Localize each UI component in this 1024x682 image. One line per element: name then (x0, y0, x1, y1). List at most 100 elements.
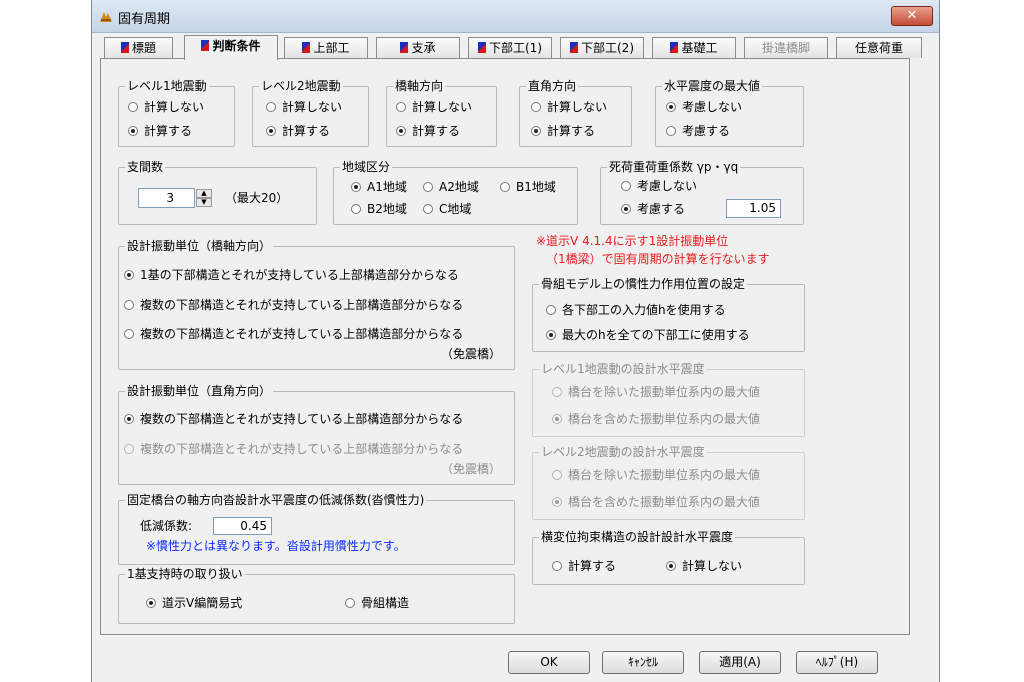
perpendicular-group: 直角方向 計算しない 計算する (519, 78, 632, 147)
note-red-line1: ※道示Ⅴ 4.1.4に示す1設計振動単位 (536, 234, 729, 248)
flag-icon (670, 42, 679, 53)
region-c-radio[interactable]: C地域 (423, 201, 471, 217)
dead-load-title: 死荷重荷重係数 γp・γq (607, 159, 741, 175)
radio-selected-icon (552, 497, 562, 507)
tab-judgment-conditions[interactable]: 判断条件 (184, 35, 278, 60)
dead-load-factor-input[interactable]: 1.05 (726, 199, 781, 218)
note-red-line2: （1橋梁）で固有周期の計算を行ないます (546, 252, 770, 266)
lateral-group: 横変位拘束構造の設計設計水平震度 計算する 計算しない (532, 529, 805, 585)
unit-axis-title: 設計振動単位（橋軸方向） (125, 238, 274, 254)
radio-selected-icon (124, 270, 134, 280)
region-title: 地域区分 (340, 159, 393, 175)
l1-design-exclude-radio[interactable]: 橋台を除いた振動単位系内の最大値 (552, 384, 760, 400)
app-icon (100, 12, 112, 22)
dead-load-consider-radio[interactable]: 考慮する (621, 201, 685, 217)
l1-design-group: レベル1地震動の設計水平震度 橋台を除いた振動単位系内の最大値 橋台を含めた振動… (532, 361, 805, 437)
region-a1-radio[interactable]: A1地域 (351, 179, 407, 195)
cancel-button[interactable]: ｷｬﾝｾﾙ (602, 651, 684, 674)
level2-group: レベル2地震動 計算しない 計算する (252, 78, 369, 147)
fixed-abutment-group: 固定橋台の軸方向沓設計水平震度の低減係数(沓慣性力) 低減係数: 0.45 ※慣… (118, 492, 515, 565)
region-group: 地域区分 A1地域 A2地域 B1地域 B2地域 C地域 (333, 159, 578, 225)
reduction-factor-input[interactable]: 0.45 (213, 517, 272, 535)
dead-load-no-consider-radio[interactable]: 考慮しない (621, 178, 697, 194)
radio-icon (124, 444, 134, 454)
radio-selected-icon (531, 126, 541, 136)
unit-perp-multi-isolated-radio[interactable]: 複数の下部構造とそれが支持している上部構造部分からなる (124, 441, 463, 457)
tab-superstructure[interactable]: 上部工 (284, 37, 368, 58)
unit-axis-multi-isolated-radio[interactable]: 複数の下部構造とそれが支持している上部構造部分からなる (124, 326, 463, 342)
tab-bearing[interactable]: 支承 (376, 37, 460, 58)
tab-hanging-pier[interactable]: 掛違橋脚 (744, 37, 828, 58)
radio-icon (396, 102, 406, 112)
region-b1-radio[interactable]: B1地域 (500, 179, 556, 195)
radio-selected-icon (666, 561, 676, 571)
unit-axis-multi-radio[interactable]: 複数の下部構造とそれが支持している上部構造部分からなる (124, 297, 463, 313)
spans-input[interactable]: 3 (138, 188, 195, 208)
radio-selected-icon (351, 182, 361, 192)
flag-icon (120, 42, 129, 53)
level1-group: レベル1地震動 計算しない 計算する (118, 78, 235, 147)
inertia-pos-each-radio[interactable]: 各下部工の入力値hを使用する (546, 302, 726, 318)
l1-design-include-radio[interactable]: 橋台を含めた振動単位系内の最大値 (552, 411, 760, 427)
level2-no-calc-radio[interactable]: 計算しない (266, 99, 342, 115)
radio-icon (124, 300, 134, 310)
ok-button[interactable]: OK (508, 651, 590, 674)
l2-design-include-radio[interactable]: 橋台を含めた振動単位系内の最大値 (552, 494, 760, 510)
l2-design-title: レベル2地震動の設計水平震度 (539, 444, 707, 460)
radio-icon (621, 181, 631, 191)
lateral-calc-radio[interactable]: 計算する (552, 558, 616, 574)
radio-icon (552, 387, 562, 397)
level1-calc-radio[interactable]: 計算する (128, 123, 192, 139)
radio-icon (266, 102, 276, 112)
single-support-title: 1基支持時の取り扱い (125, 566, 245, 582)
inertia-pos-max-radio[interactable]: 最大のhを全ての下部工に使用する (546, 327, 750, 343)
bridge-axis-no-calc-radio[interactable]: 計算しない (396, 99, 472, 115)
tab-substructure-1[interactable]: 下部工(1) (468, 37, 552, 58)
radio-selected-icon (552, 414, 562, 424)
tab-title[interactable]: 標題 (104, 37, 173, 58)
level1-title: レベル1地震動 (125, 78, 209, 94)
dialog-window: 固有周期 ✕ 標題 判断条件 上部工 支承 下部工(1) 下部工(2) 基礎工 … (91, 0, 940, 682)
max-horizontal-group: 水平震度の最大値 考慮しない 考慮する (655, 78, 804, 147)
single-support-simple-radio[interactable]: 道示Ⅴ編簡易式 (146, 595, 242, 611)
bridge-axis-title: 橋軸方向 (393, 78, 446, 94)
spans-title: 支間数 (125, 159, 166, 175)
unit-perp-multi-radio[interactable]: 複数の下部構造とそれが支持している上部構造部分からなる (124, 411, 463, 427)
tab-substructure-2[interactable]: 下部工(2) (560, 37, 644, 58)
perpendicular-no-calc-radio[interactable]: 計算しない (531, 99, 607, 115)
level2-calc-radio[interactable]: 計算する (266, 123, 330, 139)
radio-selected-icon (128, 126, 138, 136)
close-button[interactable]: ✕ (891, 6, 933, 26)
flag-icon (570, 42, 578, 53)
help-button[interactable]: ﾍﾙﾌﾟ(H) (796, 651, 878, 674)
perpendicular-title: 直角方向 (526, 78, 579, 94)
tab-foundation[interactable]: 基礎工 (652, 37, 736, 58)
region-a2-radio[interactable]: A2地域 (423, 179, 479, 195)
radio-icon (500, 182, 510, 192)
window-title: 固有周期 (118, 12, 171, 27)
lateral-no-calc-radio[interactable]: 計算しない (666, 558, 742, 574)
radio-icon (128, 102, 138, 112)
unit-axis-single-radio[interactable]: 1基の下部構造とそれが支持している上部構造部分からなる (124, 267, 459, 283)
spin-up-icon[interactable]: ▲ (196, 189, 212, 198)
radio-selected-icon (266, 126, 276, 136)
level1-no-calc-radio[interactable]: 計算しない (128, 99, 204, 115)
radio-selected-icon (666, 102, 676, 112)
region-b2-radio[interactable]: B2地域 (351, 201, 407, 217)
spin-down-icon[interactable]: ▼ (196, 198, 212, 207)
radio-icon (124, 329, 134, 339)
tab-arbitrary-load[interactable]: 任意荷重 (836, 37, 922, 58)
radio-icon (546, 305, 556, 315)
apply-button[interactable]: 適用(A) (699, 651, 781, 674)
radio-selected-icon (621, 204, 631, 214)
bridge-axis-calc-radio[interactable]: 計算する (396, 123, 460, 139)
perpendicular-calc-radio[interactable]: 計算する (531, 123, 595, 139)
radio-icon (423, 182, 433, 192)
l2-design-exclude-radio[interactable]: 橋台を除いた振動単位系内の最大値 (552, 467, 760, 483)
unit-axis-group: 設計振動単位（橋軸方向） 1基の下部構造とそれが支持している上部構造部分からなる… (118, 238, 515, 370)
max-horizontal-consider-radio[interactable]: 考慮する (666, 123, 730, 139)
single-support-frame-radio[interactable]: 骨組構造 (345, 595, 409, 611)
spans-max-note: （最大20） (225, 191, 289, 205)
max-horizontal-no-consider-radio[interactable]: 考慮しない (666, 99, 742, 115)
title-bar[interactable]: 固有周期 ✕ (92, 0, 939, 33)
